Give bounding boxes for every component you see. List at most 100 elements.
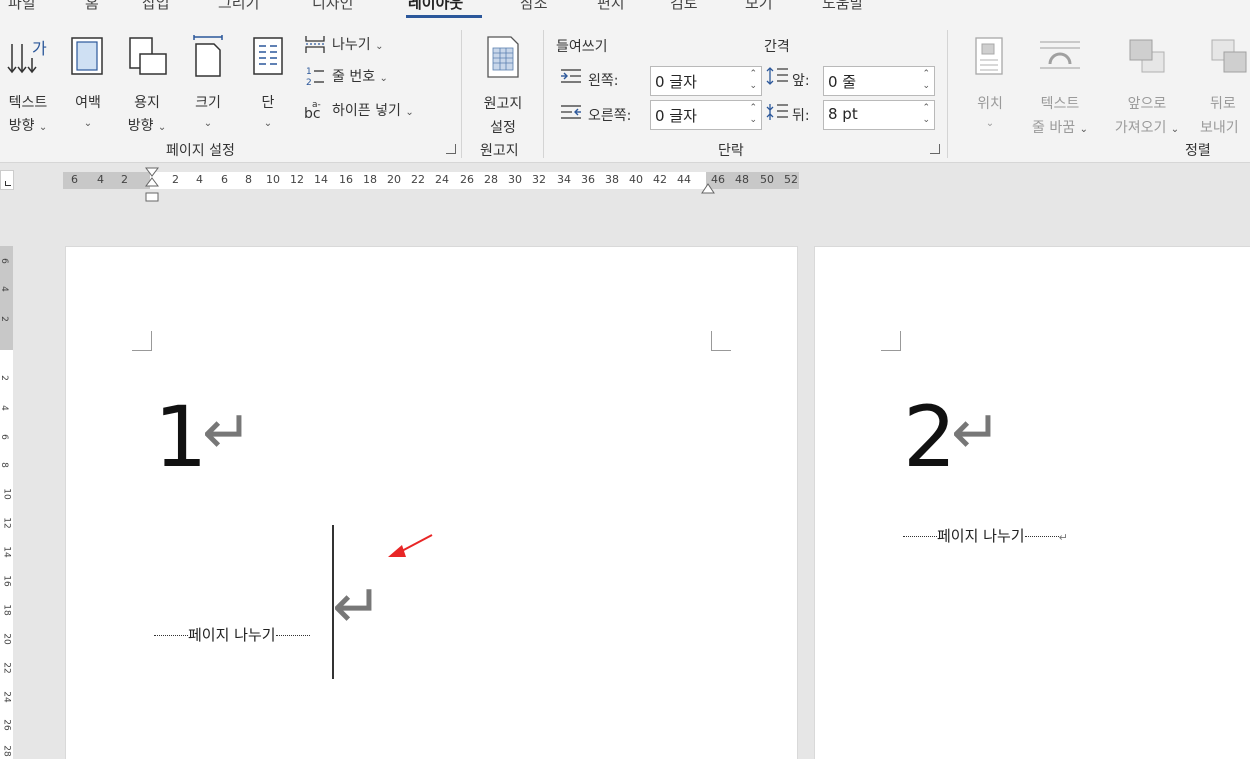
group-divider <box>461 30 462 158</box>
vruler-tick: 20 <box>1 633 12 645</box>
position-button[interactable]: 위치 ⌄ <box>960 32 1020 142</box>
breaks-button[interactable]: 나누기 ⌄ <box>302 32 452 56</box>
svg-text:2: 2 <box>306 78 312 88</box>
send-backward-label-2: 보내기 <box>1200 120 1239 136</box>
size-button[interactable]: 크기 ⌄ <box>186 32 230 142</box>
vruler-tick: 12 <box>1 517 12 529</box>
orientation-label-2-row: 방향 ⌄ <box>122 115 172 135</box>
spinner-arrows-icon[interactable]: ⌃ ⌄ <box>922 68 930 92</box>
tab-insert[interactable]: 삽입 <box>142 0 170 13</box>
return-mark-icon: ↵ <box>951 398 1002 468</box>
breaks-icon <box>305 36 325 53</box>
tab-view[interactable]: 보기 <box>745 0 773 13</box>
position-label: 위치 <box>977 96 1003 112</box>
line-numbers-button[interactable]: 1 2 줄 번호 ⌄ <box>302 64 452 88</box>
ruler-tick: 44 <box>677 173 691 186</box>
indent-markers-icon[interactable] <box>144 166 162 204</box>
ruler-tick: 50 <box>760 173 774 186</box>
spinner-arrows-icon[interactable]: ⌃ ⌄ <box>749 102 757 126</box>
vruler-tick: 18 <box>1 604 12 616</box>
ruler-tick: 26 <box>460 173 474 186</box>
svg-text:a-: a- <box>312 100 321 110</box>
paragraph-launcher-icon[interactable] <box>930 144 940 154</box>
arrange-group-label: 정렬 <box>1185 143 1211 159</box>
tab-review[interactable]: 검토 <box>670 0 698 13</box>
tab-selector-button[interactable] <box>0 170 14 190</box>
ruler-tick: 34 <box>557 173 571 186</box>
document-page-1[interactable]: 1 ↵ ↵ 페이지 나누기 <box>65 246 798 759</box>
document-page-2[interactable]: 2 ↵ 페이지 나누기 ↵ <box>814 246 1250 759</box>
indent-left-icon <box>561 69 581 83</box>
tab-mailings[interactable]: 편지 <box>597 0 625 13</box>
red-arrow-annotation-icon <box>388 534 433 557</box>
hyphenation-label: 하이픈 넣기 <box>332 103 401 119</box>
left-tab-icon <box>5 181 11 186</box>
indent-title: 들여쓰기 <box>556 39 608 55</box>
ruler-tick: 42 <box>653 173 667 186</box>
tab-draw[interactable]: 그리기 <box>218 0 259 13</box>
send-backward-button[interactable]: 뒤로 보내기 <box>1194 32 1250 142</box>
manuscript-icon <box>487 36 519 78</box>
text-direction-button[interactable]: 가 텍스트 방향 ⌄ <box>2 32 54 142</box>
spacing-after-input[interactable]: 8 pt ⌃ ⌄ <box>823 100 935 130</box>
dotted-line <box>1024 536 1059 537</box>
hyphenation-button[interactable]: bc a- 하이픈 넣기 ⌄ <box>302 98 452 122</box>
vruler-tick: 24 <box>1 691 12 703</box>
tab-references[interactable]: 참조 <box>520 0 548 13</box>
hyphenation-icon: bc a- <box>304 100 321 122</box>
right-indent-marker-icon[interactable] <box>700 180 716 196</box>
spinner-arrows-icon[interactable]: ⌃ ⌄ <box>922 102 930 126</box>
orientation-button[interactable]: 용지 방향 ⌄ <box>122 32 172 142</box>
indent-left-label: 왼쪽: <box>588 73 619 89</box>
chevron-down-icon: ⌄ <box>83 118 93 129</box>
ruler-tick: 20 <box>387 173 401 186</box>
columns-label: 단 <box>261 95 275 111</box>
ruler-tick: 48 <box>735 173 749 186</box>
indent-right-input[interactable]: 0 글자 ⌃ ⌄ <box>650 100 762 130</box>
tab-home[interactable]: 홈 <box>85 0 99 13</box>
spacing-after-label: 뒤: <box>792 108 810 124</box>
chevron-down-icon: ⌄ <box>375 41 384 52</box>
chevron-down-icon: ⌄ <box>157 122 167 133</box>
page-1-number-text: 1 <box>154 388 208 486</box>
columns-button[interactable]: 단 ⌄ <box>246 32 290 142</box>
chevron-down-icon: ⌄ <box>985 118 995 129</box>
text-direction-icon: 가 <box>7 39 47 74</box>
ruler-tick: 24 <box>435 173 449 186</box>
bring-forward-icon <box>1129 39 1165 73</box>
tab-help[interactable]: 도움말 <box>822 0 863 13</box>
tab-layout[interactable]: 레이아웃 <box>408 0 463 13</box>
page-break-marker: 페이지 나누기 <box>154 624 310 645</box>
hyphenation-label-row: 하이픈 넣기 ⌄ <box>332 100 414 120</box>
margins-icon <box>71 37 103 75</box>
tab-file[interactable]: 파일 <box>8 0 36 13</box>
page-2-number-text: 2 <box>903 388 957 486</box>
text-direction-label-2-row: 방향 ⌄ <box>2 115 54 135</box>
ruler-tick: 10 <box>266 173 280 186</box>
vruler-tick: 16 <box>1 575 12 587</box>
page-setup-launcher-icon[interactable] <box>446 144 456 154</box>
send-backward-label-1: 뒤로 <box>1210 96 1236 112</box>
orientation-label-1: 용지 <box>134 95 160 111</box>
wrap-text-label-1: 텍스트 <box>1040 96 1080 112</box>
ruler-tick: 8 <box>245 173 252 186</box>
ruler-tick: 40 <box>629 173 643 186</box>
ruler-tick: 16 <box>339 173 353 186</box>
vertical-ruler[interactable]: 6 4 2 2 4 6 8 10 12 14 16 18 20 22 24 26… <box>0 246 13 759</box>
ruler-tick: 38 <box>605 173 619 186</box>
tab-design[interactable]: 디자인 <box>312 0 353 13</box>
vruler-tick: 10 <box>1 488 12 500</box>
margins-button[interactable]: 여백 ⌄ <box>66 32 110 142</box>
vruler-tick: 6 <box>0 434 9 440</box>
manuscript-settings-button[interactable]: 원고지 설정 <box>472 32 534 142</box>
wrap-text-button[interactable]: 텍스트 줄 바꿈 ⌄ <box>1020 32 1100 142</box>
manuscript-label-1: 원고지 <box>483 96 523 112</box>
bring-forward-label-1: 앞으로 <box>1127 96 1167 112</box>
orientation-label-2: 방향 <box>127 118 154 134</box>
spinner-arrows-icon[interactable]: ⌃ ⌄ <box>749 68 757 92</box>
spacing-before-input[interactable]: 0 줄 ⌃ ⌄ <box>823 66 935 96</box>
indent-left-input[interactable]: 0 글자 ⌃ ⌄ <box>650 66 762 96</box>
horizontal-ruler[interactable]: 6 4 2 2 4 6 8 10 12 14 16 18 20 22 24 26… <box>63 172 799 189</box>
bring-forward-button[interactable]: 앞으로 가져오기 ⌄ <box>1102 32 1192 142</box>
chevron-down-icon: ⌄ <box>405 107 414 118</box>
